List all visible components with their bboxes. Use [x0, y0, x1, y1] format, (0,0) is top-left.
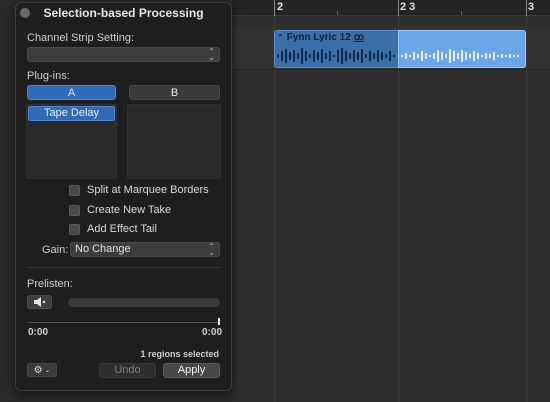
checkbox[interactable]	[69, 184, 80, 196]
apply-button[interactable]: Apply	[163, 363, 220, 378]
ruler-label-bar: 2	[277, 1, 284, 13]
time-end: 0:00	[202, 327, 223, 338]
updown-arrows-icon: ⌃	[277, 33, 284, 42]
ruler-label-beat: 2 3	[400, 1, 416, 13]
gain-select[interactable]: No Change ⌃ ⌄	[70, 242, 220, 257]
audio-region-selection[interactable]	[398, 30, 526, 68]
plugin-slot[interactable]: Tape Delay	[28, 106, 115, 121]
checkbox[interactable]	[69, 204, 80, 216]
option-label: Create New Take	[87, 204, 172, 216]
channel-strip-select[interactable]: ⌃ ⌄	[27, 47, 220, 62]
region-header: ⌃ Fynn Lyric 12 ꝏ	[277, 32, 364, 43]
gear-icon: ⚙	[33, 364, 43, 376]
panel-titlebar[interactable]: Selection-based Processing	[16, 3, 231, 23]
ruler-bar-marker	[398, 0, 399, 16]
gear-menu-button[interactable]: ⚙ ⌄	[27, 363, 57, 377]
selection-processing-panel: Selection-based Processing Channel Strip…	[15, 2, 232, 391]
timeline-ruler[interactable]: 2 2 3 3	[232, 0, 550, 16]
tab-b[interactable]: B	[129, 85, 220, 100]
ruler-tick	[337, 11, 338, 15]
grid-line	[274, 16, 275, 402]
region-name: Fynn Lyric 12	[286, 32, 351, 43]
speaker-icon	[33, 297, 45, 307]
prelisten-range-track[interactable]	[28, 322, 220, 323]
grid-line	[526, 16, 527, 402]
ruler-label-bar: 3	[528, 1, 535, 13]
option-effect-tail[interactable]: Add Effect Tail	[69, 223, 157, 235]
gain-value: No Change	[75, 243, 131, 255]
gain-label: Gain:	[42, 244, 69, 256]
panel-title: Selection-based Processing	[43, 6, 204, 20]
prelisten-range-handle[interactable]	[218, 318, 220, 325]
divider	[26, 267, 221, 268]
option-create-take[interactable]: Create New Take	[69, 204, 171, 216]
chevron-down-icon: ⌄	[44, 367, 51, 374]
tracks-area[interactable]	[232, 16, 550, 402]
ruler-bar-marker	[274, 0, 275, 16]
ruler-bar-marker	[526, 0, 527, 16]
ruler-tick	[461, 11, 462, 15]
prelisten-label: Prelisten:	[27, 278, 73, 290]
time-start: 0:00	[28, 327, 49, 338]
updown-arrows-icon: ⌃ ⌄	[208, 46, 215, 62]
option-split-marquee[interactable]: Split at Marquee Borders	[69, 184, 209, 196]
plugin-list-b[interactable]	[127, 104, 221, 179]
app-window: 2 2 3 3 ⌃ Fynn Lyric 12 ꝏ Selection-base…	[0, 0, 550, 402]
plugins-label: Plug-ins:	[27, 70, 70, 82]
option-label: Add Effect Tail	[87, 223, 157, 235]
grid-line	[398, 16, 399, 402]
loop-icon: ꝏ	[353, 32, 364, 43]
status-text: 1 regions selected	[140, 349, 219, 359]
plugin-list-a[interactable]: Tape Delay	[26, 104, 117, 179]
channel-strip-label: Channel Strip Setting:	[27, 32, 135, 44]
waveform-selected	[401, 49, 519, 63]
option-label: Split at Marquee Borders	[87, 184, 209, 196]
undo-button[interactable]: Undo	[99, 363, 156, 378]
updown-arrows-icon: ⌃ ⌄	[208, 241, 215, 257]
prelisten-volume-slider[interactable]	[68, 298, 220, 307]
tab-a[interactable]: A	[27, 85, 116, 100]
prelisten-button[interactable]	[27, 295, 52, 309]
checkbox[interactable]	[69, 223, 80, 235]
